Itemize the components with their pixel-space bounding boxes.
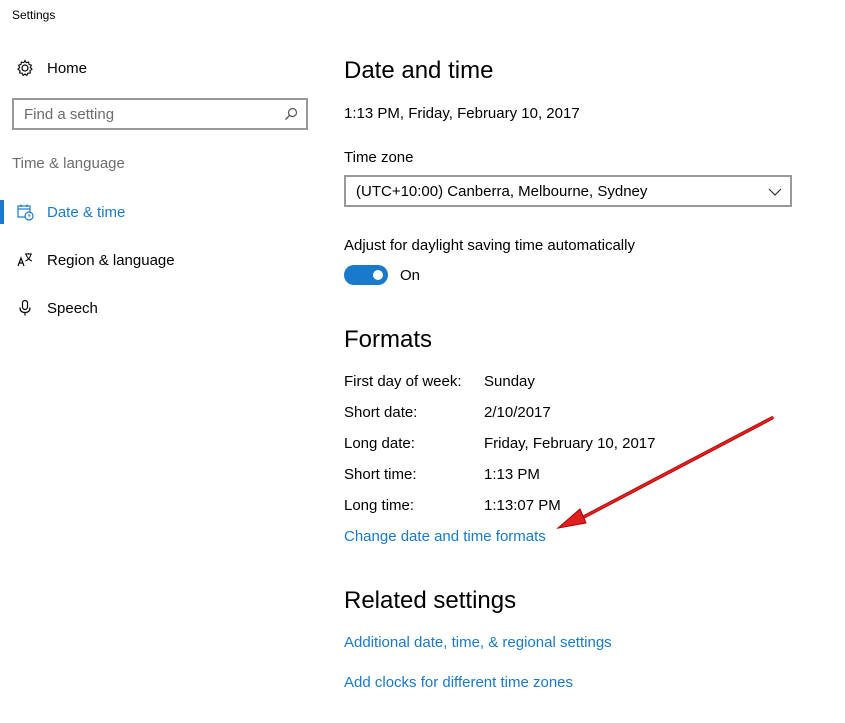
format-value: Friday, February 10, 2017 (484, 435, 656, 452)
format-value: Sunday (484, 373, 535, 390)
sidebar-item-region-language[interactable]: Region & language (0, 240, 300, 280)
chevron-down-icon (768, 185, 782, 197)
formats-heading: Formats (344, 326, 433, 353)
dst-state-label: On (400, 267, 421, 284)
search-box (12, 98, 308, 130)
sidebar-item-speech[interactable]: Speech (0, 288, 300, 328)
change-formats-link[interactable]: Change date and time formats (344, 528, 546, 545)
sidebar-section-title: Time & language (12, 155, 125, 172)
format-value: 1:13:07 PM (484, 497, 561, 514)
current-datetime: 1:13 PM, Friday, February 10, 2017 (344, 105, 580, 122)
gear-icon (16, 59, 34, 77)
dst-toggle[interactable] (344, 265, 388, 285)
toggle-knob (373, 270, 383, 280)
sidebar-item-home[interactable]: Home (0, 48, 300, 88)
sidebar-item-date-time[interactable]: Date & time (0, 192, 300, 232)
add-clocks-link[interactable]: Add clocks for different time zones (344, 674, 573, 691)
related-settings-heading: Related settings (344, 587, 517, 614)
timezone-value: (UTC+10:00) Canberra, Melbourne, Sydney (356, 182, 648, 200)
dst-label: Adjust for daylight saving time automati… (344, 237, 635, 254)
format-label: First day of week: (344, 373, 462, 390)
calendar-clock-icon (16, 203, 34, 221)
annotation-arrow-icon (556, 416, 774, 529)
language-icon (16, 251, 34, 269)
format-label: Long time: (344, 497, 415, 514)
microphone-icon (16, 299, 34, 317)
page-title: Date and time (344, 57, 494, 84)
timezone-label: Time zone (344, 149, 414, 166)
additional-regional-settings-link[interactable]: Additional date, time, & regional settin… (344, 634, 612, 651)
format-label: Short time: (344, 466, 417, 483)
sidebar-item-label: Region & language (47, 251, 175, 269)
sidebar: Home Time & language Date & time (0, 0, 320, 723)
search-icon[interactable] (284, 107, 298, 121)
sidebar-item-label: Speech (47, 299, 98, 317)
format-value: 2/10/2017 (484, 404, 551, 421)
timezone-dropdown[interactable]: (UTC+10:00) Canberra, Melbourne, Sydney (344, 175, 792, 207)
format-value: 1:13 PM (484, 466, 540, 483)
search-input[interactable] (14, 105, 274, 123)
sidebar-item-label: Home (47, 59, 88, 77)
sidebar-item-label: Date & time (47, 203, 126, 221)
format-label: Long date: (344, 435, 415, 452)
format-label: Short date: (344, 404, 418, 421)
